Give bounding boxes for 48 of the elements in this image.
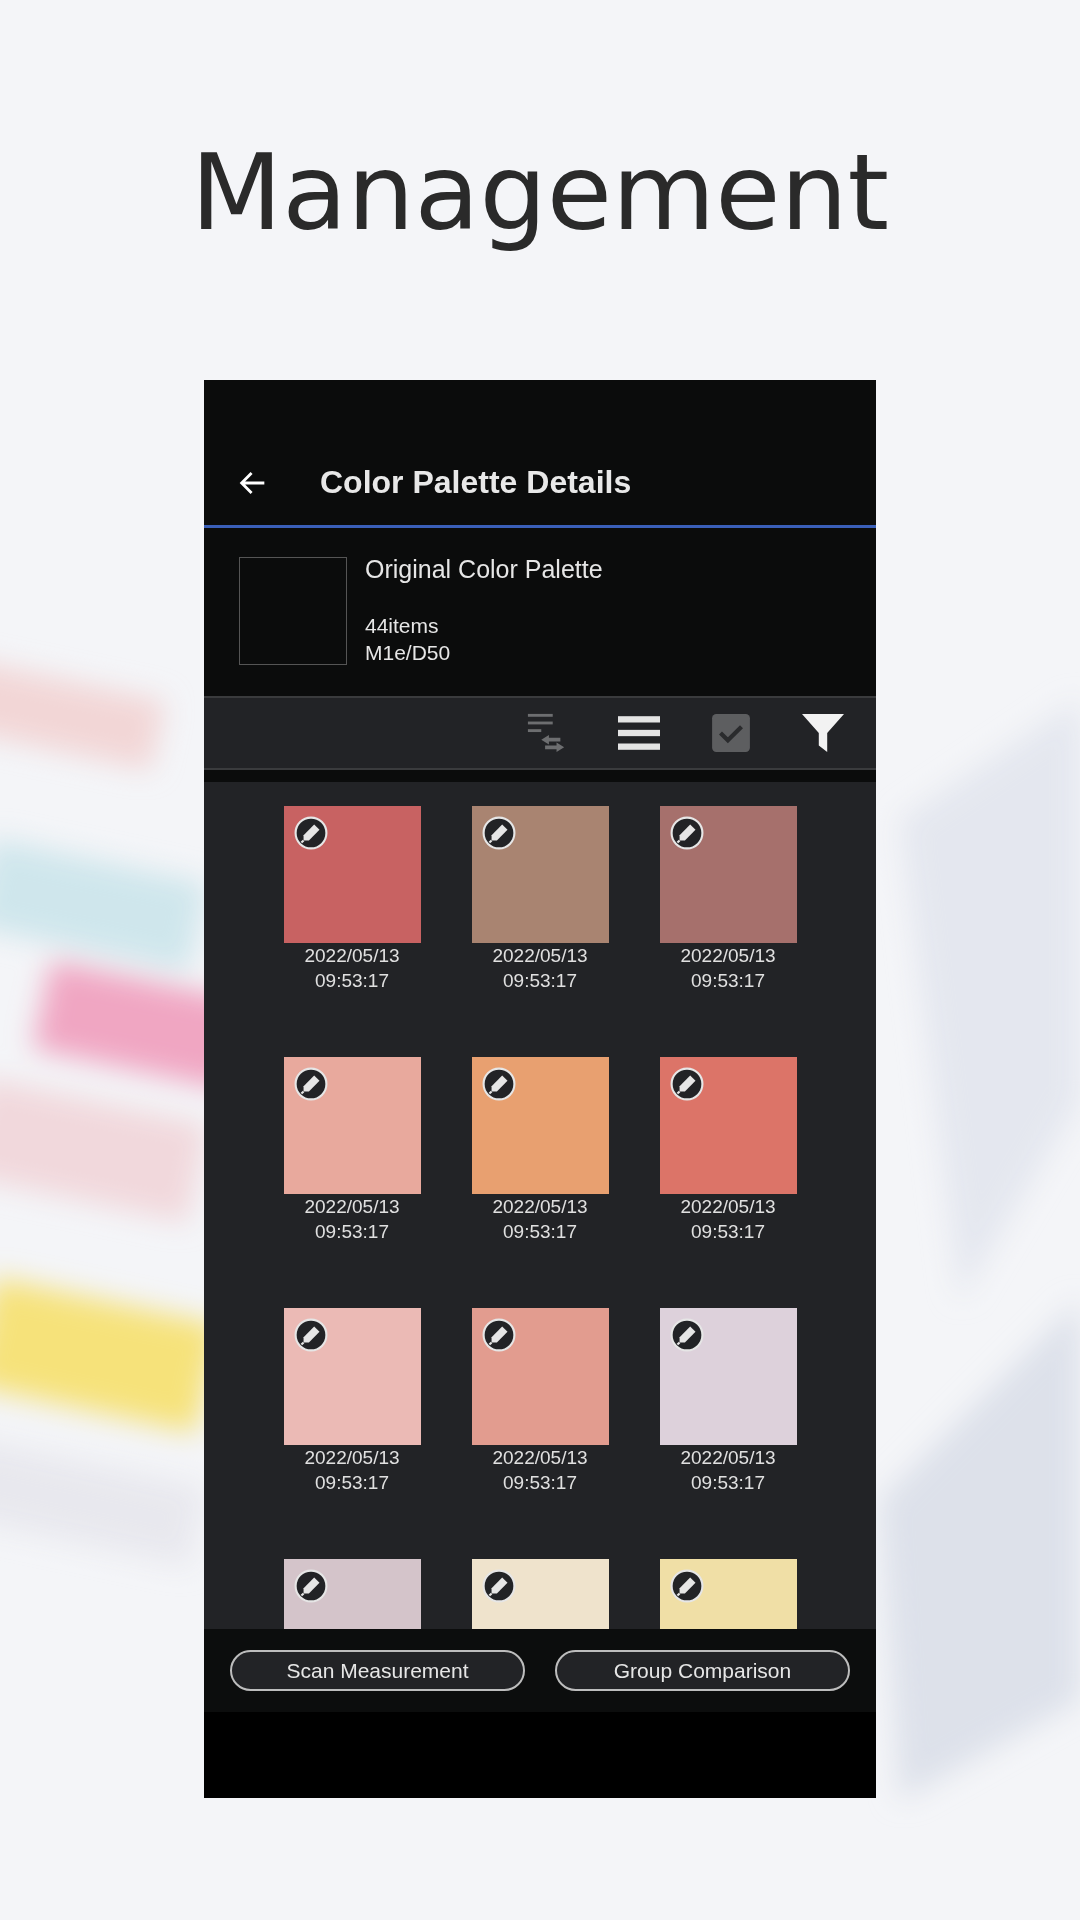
color-swatch[interactable] — [659, 1057, 797, 1194]
edit-pencil-icon[interactable] — [669, 1569, 704, 1603]
swatch-date: 2022/05/13 — [304, 1446, 400, 1470]
edit-pencil-icon[interactable] — [293, 816, 328, 850]
edit-pencil-icon[interactable] — [481, 816, 516, 850]
color-swatch[interactable] — [471, 1057, 609, 1194]
swatch-time: 09:53:17 — [691, 1471, 765, 1495]
swatch-time: 09:53:17 — [503, 1220, 577, 1244]
swatch-time: 09:53:17 — [315, 1220, 389, 1244]
swatch-date: 2022/05/13 — [304, 1195, 400, 1219]
item-count: 44items — [365, 613, 440, 639]
swatch-date: 2022/05/13 — [680, 944, 776, 968]
swatch-time: 09:53:17 — [691, 969, 765, 993]
checkbox-icon[interactable] — [710, 712, 752, 754]
swatch-time: 09:53:17 — [315, 969, 389, 993]
color-swatch[interactable] — [283, 806, 421, 943]
swatch-time: 09:53:17 — [503, 1471, 577, 1495]
color-swatch[interactable] — [471, 1308, 609, 1445]
swatch-time: 09:53:17 — [691, 1220, 765, 1244]
filter-icon[interactable] — [802, 712, 844, 754]
swatch-date: 2022/05/13 — [680, 1446, 776, 1470]
scan-measurement-button[interactable]: Scan Measurement — [230, 1650, 525, 1691]
color-swatch[interactable] — [283, 1057, 421, 1194]
edit-pencil-icon[interactable] — [481, 1067, 516, 1101]
edit-pencil-icon[interactable] — [669, 816, 704, 850]
edit-pencil-icon[interactable] — [669, 1318, 704, 1352]
swatch-date: 2022/05/13 — [492, 944, 588, 968]
screen-title: Color Palette Details — [320, 464, 632, 501]
swatch-date: 2022/05/13 — [304, 944, 400, 968]
edit-pencil-icon[interactable] — [293, 1318, 328, 1352]
swatch-date: 2022/05/13 — [680, 1195, 776, 1219]
headline: Management — [190, 130, 890, 256]
edit-pencil-icon[interactable] — [293, 1067, 328, 1101]
swatch-date: 2022/05/13 — [492, 1195, 588, 1219]
swatch-time: 09:53:17 — [503, 969, 577, 993]
swatch-time: 09:53:17 — [315, 1471, 389, 1495]
edit-pencil-icon[interactable] — [481, 1569, 516, 1603]
color-swatch[interactable] — [659, 1308, 797, 1445]
edit-pencil-icon[interactable] — [669, 1067, 704, 1101]
palette-name: Original Color Palette — [365, 555, 603, 584]
edit-pencil-icon[interactable] — [293, 1569, 328, 1603]
color-swatch[interactable] — [471, 806, 609, 943]
edit-pencil-icon[interactable] — [481, 1318, 516, 1352]
illuminant-label: M1e/D50 — [365, 640, 452, 666]
swatch-date: 2022/05/13 — [492, 1446, 588, 1470]
color-swatch[interactable] — [659, 806, 797, 943]
group-comparison-button[interactable]: Group Comparison — [555, 1650, 850, 1691]
color-swatch[interactable] — [283, 1308, 421, 1445]
